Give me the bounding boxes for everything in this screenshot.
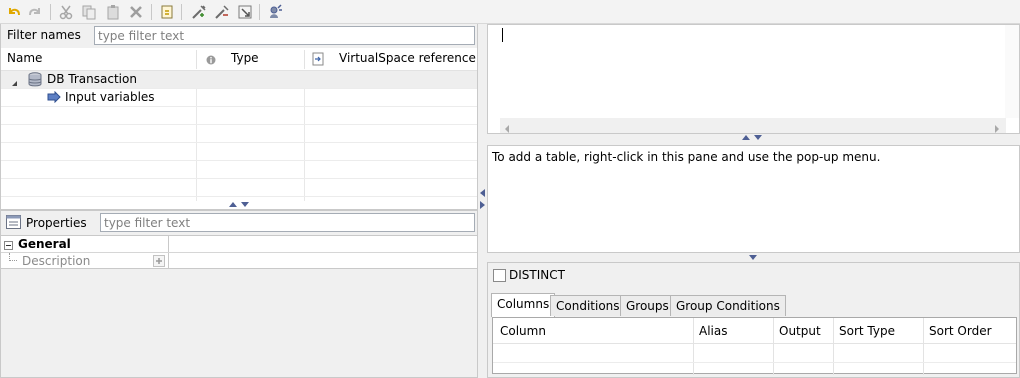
- grid-line: [493, 362, 1016, 363]
- properties-pane: Properties General Description: [0, 210, 478, 378]
- undo-icon[interactable]: [5, 3, 23, 21]
- tables-hint-text: To add a table, right-click in this pane…: [492, 150, 881, 164]
- filter-bar: Filter names: [1, 24, 477, 48]
- column-header-virtualspace[interactable]: VirtualSpace reference: [339, 51, 476, 65]
- filter-names-input[interactable]: [94, 26, 475, 45]
- reference-icon: [312, 52, 324, 69]
- column-divider[interactable]: [833, 318, 834, 375]
- column-header-name[interactable]: Name: [7, 51, 42, 65]
- collapse-section-icon[interactable]: [4, 239, 13, 253]
- grid-line: [1, 252, 477, 253]
- toolbar-separator: [50, 4, 51, 20]
- column-divider[interactable]: [196, 50, 197, 69]
- properties-table: General Description: [1, 235, 477, 269]
- column-header-output[interactable]: Output: [779, 324, 821, 338]
- sash-up-icon[interactable]: [742, 135, 750, 140]
- sash-left-icon[interactable]: [480, 189, 485, 197]
- sash-down-icon[interactable]: [241, 202, 249, 207]
- tables-pane[interactable]: To add a table, right-click in this pane…: [487, 145, 1020, 253]
- tab-columns[interactable]: Columns: [491, 293, 556, 317]
- run-icon[interactable]: [266, 3, 284, 21]
- add-join-icon[interactable]: [190, 3, 208, 21]
- copy-icon[interactable]: [80, 3, 98, 21]
- column-header-sort-type[interactable]: Sort Type: [839, 324, 895, 338]
- editor-sash-toggle[interactable]: [742, 135, 762, 140]
- sash-down-icon[interactable]: [754, 135, 762, 140]
- database-icon: [28, 72, 42, 90]
- tab-group-conditions[interactable]: Group Conditions: [670, 295, 786, 316]
- properties-filter-input[interactable]: [100, 213, 475, 232]
- tab-group-conditions-label: Group Conditions: [676, 299, 780, 313]
- tree-label-input-variables: Input variables: [65, 90, 155, 104]
- tree-header: Name Type VirtualSpace reference: [1, 48, 477, 71]
- tab-conditions-label: Conditions: [556, 299, 620, 313]
- distinct-label: DISTINCT: [509, 268, 565, 282]
- toolbar: [0, 0, 1020, 24]
- properties-icon: [6, 215, 21, 232]
- delete-icon[interactable]: [127, 3, 145, 21]
- tab-conditions[interactable]: Conditions: [550, 295, 626, 316]
- tab-groups-label: Groups: [626, 299, 669, 313]
- column-header-alias[interactable]: Alias: [699, 324, 727, 338]
- grid-line: [1, 142, 477, 143]
- sql-editor[interactable]: [487, 24, 1020, 134]
- collapse-arrow-icon[interactable]: [11, 76, 18, 90]
- tab-groups[interactable]: Groups: [620, 295, 675, 316]
- column-divider[interactable]: [923, 318, 924, 375]
- column-divider[interactable]: [693, 318, 694, 375]
- grid-line: [1, 196, 477, 197]
- property-description-label: Description: [22, 254, 91, 268]
- remove-join-icon[interactable]: [213, 3, 231, 21]
- tree-connector: [9, 260, 17, 261]
- grid-line: [1, 178, 477, 179]
- text-cursor: [502, 28, 503, 42]
- variables-pane: Filter names Name Type VirtualSpace refe…: [0, 24, 478, 210]
- tree-label-db-transaction: DB Transaction: [47, 72, 137, 86]
- toolbar-separator: [259, 4, 260, 20]
- section-general: General: [18, 237, 71, 251]
- column-header-column[interactable]: Column: [500, 324, 546, 338]
- paste-icon[interactable]: [104, 3, 122, 21]
- replace-icon[interactable]: [158, 3, 176, 21]
- grid-line: [1, 124, 477, 125]
- filter-names-label: Filter names: [7, 28, 81, 42]
- grid-line: [493, 343, 1016, 344]
- columns-table: Column Alias Output Sort Type Sort Order: [492, 317, 1017, 375]
- scroll-left-icon[interactable]: [504, 122, 510, 136]
- sash-up-icon[interactable]: [229, 202, 237, 207]
- tree-row-input-variables[interactable]: Input variables: [1, 89, 477, 106]
- info-icon: [206, 54, 216, 68]
- vertical-sash[interactable]: [478, 24, 487, 378]
- tree-row-db-transaction[interactable]: DB Transaction: [1, 71, 477, 88]
- column-divider[interactable]: [773, 318, 774, 375]
- properties-title: Properties: [26, 216, 87, 230]
- distinct-checkbox[interactable]: [493, 269, 506, 282]
- tab-columns-label: Columns: [497, 297, 550, 311]
- grid-line: [1, 160, 477, 161]
- query-details-pane: DISTINCT Columns Conditions Groups Group…: [487, 262, 1020, 378]
- input-variables-icon: [47, 90, 61, 106]
- column-divider[interactable]: [304, 50, 305, 69]
- column-header-sort-order[interactable]: Sort Order: [929, 324, 992, 338]
- select-all-icon[interactable]: [236, 3, 254, 21]
- column-header-type[interactable]: Type: [231, 51, 259, 65]
- add-property-icon[interactable]: [153, 255, 165, 270]
- vertical-scrollbar[interactable]: [1005, 25, 1019, 118]
- sash-toggle[interactable]: [229, 202, 249, 207]
- horizontal-scrollbar[interactable]: [500, 118, 1006, 133]
- grid-line: [1, 106, 477, 107]
- cut-icon[interactable]: [57, 3, 75, 21]
- sash-right-icon[interactable]: [480, 201, 485, 209]
- redo-icon[interactable]: [26, 3, 44, 21]
- properties-header: Properties: [1, 211, 477, 235]
- toolbar-separator: [181, 4, 182, 20]
- toolbar-separator: [151, 4, 152, 20]
- sash-down-icon[interactable]: [749, 255, 757, 260]
- scroll-right-icon[interactable]: [994, 122, 1000, 136]
- tables-sash-toggle[interactable]: [749, 255, 757, 260]
